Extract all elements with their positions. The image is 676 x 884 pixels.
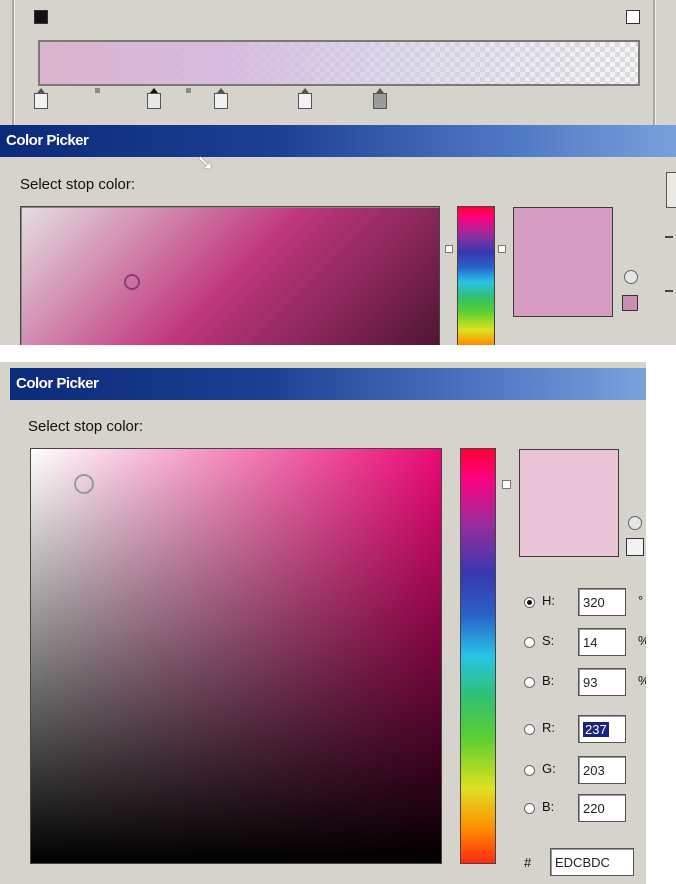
color-stop[interactable]	[214, 88, 228, 109]
web-color-warning-icon[interactable]	[628, 516, 642, 530]
current-color-swatch	[519, 449, 619, 557]
channel-input-blue[interactable]: 220	[578, 794, 626, 822]
color-stop-selected[interactable]	[147, 88, 161, 109]
panel-divider	[653, 0, 655, 125]
dialog-title: Color Picker	[16, 375, 99, 392]
color-stop[interactable]	[298, 88, 312, 109]
channel-radio-b[interactable]	[524, 677, 535, 688]
channel-unit: %	[638, 633, 646, 648]
channel-label: H:	[542, 593, 555, 608]
channel-label: G:	[542, 761, 556, 776]
channel-unit: %	[638, 673, 646, 688]
channel-input-b[interactable]: 93	[578, 668, 626, 696]
dialog-button-edge[interactable]	[666, 172, 676, 208]
midpoint-marker[interactable]	[186, 88, 191, 93]
gradient-preview-bar[interactable]	[38, 40, 640, 86]
channel-input-s[interactable]: 14	[578, 628, 626, 656]
dialog-control-edge	[665, 290, 673, 292]
channel-label: B:	[542, 799, 555, 814]
hue-slider[interactable]	[460, 448, 496, 864]
channel-label: R:	[542, 720, 555, 735]
channel-unit: °	[638, 593, 644, 608]
channel-value-selected: 237	[583, 722, 609, 737]
dialog-control-edge	[665, 236, 673, 238]
hue-slider-arrow[interactable]	[498, 245, 506, 253]
saturation-brightness-field[interactable]	[30, 448, 442, 864]
dialog-titlebar[interactable]: Color Picker	[10, 368, 646, 400]
select-stop-color-label: Select stop color:	[28, 418, 144, 435]
channel-input-g[interactable]: 203	[578, 756, 626, 784]
select-stop-color-label: Select stop color:	[20, 176, 136, 193]
current-color-swatch	[513, 207, 613, 317]
color-picker-dialog: Color Picker Select stop color: H: 320 °…	[0, 362, 646, 884]
channel-radio-r[interactable]	[524, 724, 535, 735]
color-selector-circle[interactable]	[124, 274, 140, 290]
channel-label: S:	[542, 633, 555, 648]
hue-slider-arrow[interactable]	[445, 245, 453, 253]
channel-label: B:	[542, 673, 555, 688]
hex-label: #	[524, 855, 532, 870]
channel-radio-g[interactable]	[524, 765, 535, 776]
web-color-warning-icon[interactable]	[624, 270, 638, 284]
web-safe-swatch[interactable]	[622, 295, 638, 311]
opacity-stop-white[interactable]	[626, 10, 640, 24]
color-selector-circle[interactable]	[74, 474, 94, 494]
color-stop[interactable]	[373, 88, 387, 109]
opacity-stop-black[interactable]	[34, 10, 48, 24]
channel-radio-h[interactable]	[524, 597, 535, 608]
gradient-editor-panel: Color Picker ➘ Select stop color:	[0, 0, 676, 345]
channel-radio-s[interactable]	[524, 637, 535, 648]
channel-input-r[interactable]: 237	[578, 715, 626, 743]
color-stop[interactable]	[34, 88, 48, 109]
web-safe-swatch[interactable]	[626, 538, 644, 556]
hue-slider-arrow[interactable]	[502, 480, 511, 489]
panel-divider	[12, 0, 14, 125]
channel-input-h[interactable]: 320	[578, 588, 626, 616]
saturation-brightness-field[interactable]	[20, 206, 440, 345]
hex-input[interactable]: EDCBDC	[550, 848, 634, 876]
dialog-title: Color Picker	[6, 132, 89, 149]
mouse-cursor-icon: ➘	[196, 150, 215, 175]
hue-slider[interactable]	[457, 206, 495, 345]
dialog-titlebar[interactable]: Color Picker	[0, 125, 676, 157]
channel-radio-blue[interactable]	[524, 803, 535, 814]
midpoint-marker[interactable]	[95, 88, 100, 93]
